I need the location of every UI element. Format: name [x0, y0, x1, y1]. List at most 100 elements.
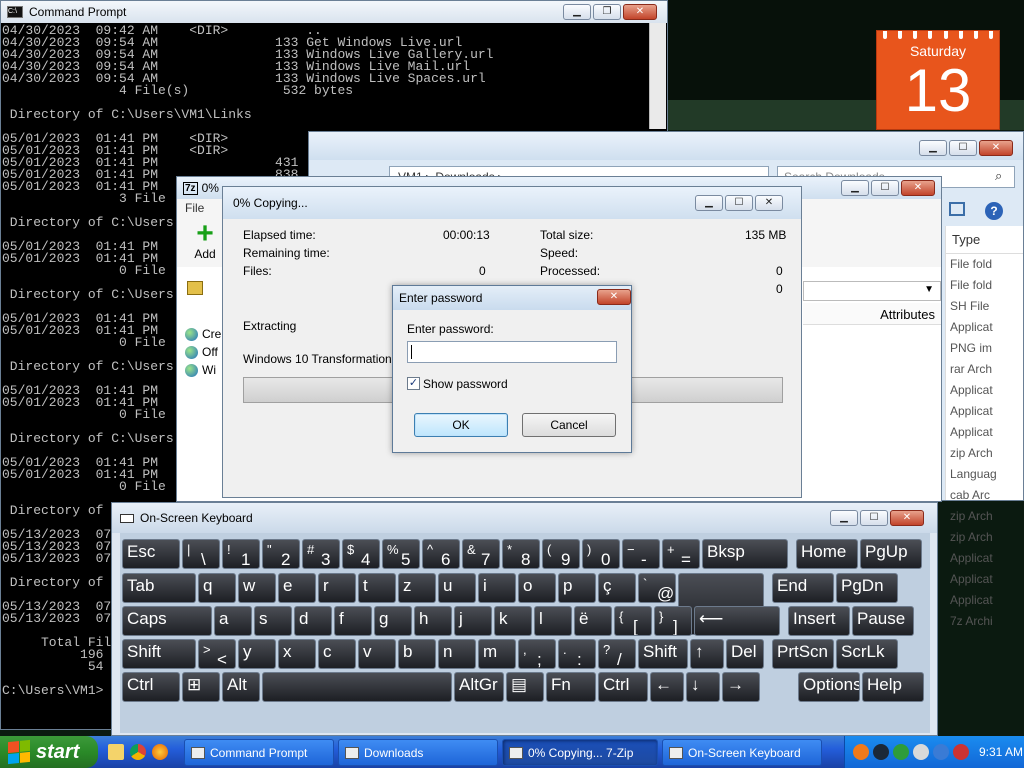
key-caps-key[interactable]: Caps [122, 606, 212, 636]
key--key[interactable]: ,; [518, 639, 556, 669]
type-cell[interactable]: Applicat [946, 548, 1023, 569]
restore-button[interactable]: ❐ [593, 4, 621, 20]
key--key[interactable]: {[ [614, 606, 652, 636]
show-password-checkbox[interactable]: ✓ [407, 377, 420, 390]
key-q-key[interactable]: q [198, 573, 236, 603]
close-button[interactable]: ✕ [597, 289, 631, 305]
type-cell[interactable]: zip Arch [946, 443, 1023, 464]
view-icon[interactable] [949, 202, 965, 216]
key-m-key[interactable]: m [478, 639, 516, 669]
key-t-key[interactable]: t [358, 573, 396, 603]
maximize-button[interactable]: ☐ [871, 180, 899, 196]
key--key[interactable]: → [722, 672, 760, 702]
ok-button[interactable]: OK [414, 413, 508, 437]
type-cell[interactable]: File fold [946, 275, 1023, 296]
list-item[interactable]: Off [185, 343, 225, 361]
key-o-key[interactable]: o [518, 573, 556, 603]
key-u-key[interactable]: u [438, 573, 476, 603]
key-alt-key[interactable]: Alt [222, 672, 260, 702]
key-scrlk-key[interactable]: ScrLk [836, 639, 898, 669]
key--key[interactable]: ⟵ [694, 606, 780, 636]
key-ctrl-key[interactable]: Ctrl [122, 672, 180, 702]
key-shift-key[interactable]: Shift [638, 639, 688, 669]
key-k-key[interactable]: k [494, 606, 532, 636]
key-prtscn-key[interactable]: PrtScn [772, 639, 834, 669]
key-8-key[interactable]: * 8 [502, 539, 540, 569]
maximize-button[interactable]: ☐ [860, 510, 888, 526]
key-y-key[interactable]: y [238, 639, 276, 669]
close-button[interactable]: ✕ [890, 510, 924, 526]
key-l-key[interactable]: l [534, 606, 572, 636]
key-0-key[interactable]: ) 0 [582, 539, 620, 569]
minimize-button[interactable]: ▁ [919, 140, 947, 156]
minimize-button[interactable]: ▁ [830, 510, 858, 526]
key--key[interactable]: − - [622, 539, 660, 569]
maximize-button[interactable]: ☐ [949, 140, 977, 156]
alert-icon[interactable] [953, 744, 969, 760]
battery-icon[interactable] [933, 744, 949, 760]
on-screen-keyboard-window[interactable]: On-Screen Keyboard ▁ ☐ ✕ Esc | \! 1 " 2 #3 $4% 5… [111, 502, 938, 736]
key--key[interactable]: ? / [598, 639, 636, 669]
password-dialog[interactable]: Enter password ✕ Enter password: ✓ Show … [392, 285, 632, 453]
type-cell[interactable]: PNG im [946, 338, 1023, 359]
key-altgr-key[interactable]: AltGr [454, 672, 504, 702]
type-cell[interactable]: rar Arch [946, 359, 1023, 380]
key--key[interactable]: ë [574, 606, 612, 636]
key-9-key[interactable]: (9 [542, 539, 580, 569]
close-button[interactable]: ✕ [623, 4, 657, 20]
minimize-button[interactable]: ▁ [563, 4, 591, 20]
password-input[interactable] [407, 341, 617, 363]
key-z-key[interactable]: z [398, 573, 436, 603]
close-button[interactable]: ✕ [755, 195, 783, 211]
up-folder-icon[interactable] [187, 281, 203, 295]
add-button[interactable]: + Add [185, 219, 225, 262]
help-icon[interactable]: ? [985, 202, 1003, 220]
key-v-key[interactable]: v [358, 639, 396, 669]
search-icon[interactable] [853, 744, 869, 760]
7zip-file-list[interactable]: Cre Off Wi [185, 325, 225, 405]
key-g-key[interactable]: g [374, 606, 412, 636]
key--key[interactable]: ⊞ [182, 672, 220, 702]
key-7-key[interactable]: & 7 [462, 539, 500, 569]
folder-icon[interactable] [108, 744, 124, 760]
key-5-key[interactable]: % 5 [382, 539, 420, 569]
minimize-button[interactable]: ▁ [695, 195, 723, 211]
volume-icon[interactable] [913, 744, 929, 760]
key-6-key[interactable]: ^ 6 [422, 539, 460, 569]
key-4-key[interactable]: $4 [342, 539, 380, 569]
type-cell[interactable]: zip Arch [946, 506, 1023, 527]
type-cell[interactable]: Applicat [946, 422, 1023, 443]
close-button[interactable]: ✕ [979, 140, 1013, 156]
taskbar-button[interactable]: 0% Copying... 7-Zip [502, 739, 658, 766]
osk-title-bar[interactable]: On-Screen Keyboard [112, 503, 937, 533]
calendar-gadget[interactable]: Saturday 13 [876, 30, 1000, 130]
key-n-key[interactable]: n [438, 639, 476, 669]
key-ctrl-key[interactable]: Ctrl [598, 672, 648, 702]
key-d-key[interactable]: d [294, 606, 332, 636]
key--key[interactable]: ↓ [686, 672, 720, 702]
steam-icon[interactable] [873, 744, 889, 760]
key--key[interactable]: + = [662, 539, 700, 569]
attributes-column-header[interactable]: Attributes [803, 303, 941, 325]
close-button[interactable]: ✕ [901, 180, 935, 196]
type-cell[interactable]: Applicat [946, 569, 1023, 590]
minimize-button[interactable]: ▁ [841, 180, 869, 196]
key-fn-key[interactable]: Fn [546, 672, 596, 702]
key-s-key[interactable]: s [254, 606, 292, 636]
key-esc-key[interactable]: Esc [122, 539, 180, 569]
firefox-icon[interactable] [152, 744, 168, 760]
list-item[interactable]: Cre [185, 325, 225, 343]
explorer-title-bar[interactable] [309, 132, 1023, 160]
key--key[interactable]: ▤ [506, 672, 544, 702]
key-2-key[interactable]: " 2 [262, 539, 300, 569]
key-p-key[interactable]: p [558, 573, 596, 603]
taskbar-button[interactable]: On-Screen Keyboard [662, 739, 822, 766]
key--key[interactable]: | \ [182, 539, 220, 569]
key-b-key[interactable]: b [398, 639, 436, 669]
key-e-key[interactable]: e [278, 573, 316, 603]
key--key[interactable]: ç [598, 573, 636, 603]
key-w-key[interactable]: w [238, 573, 276, 603]
key-home-key[interactable]: Home [796, 539, 858, 569]
search-icon[interactable]: ⌕ [995, 168, 1002, 184]
network-icon[interactable] [893, 744, 909, 760]
